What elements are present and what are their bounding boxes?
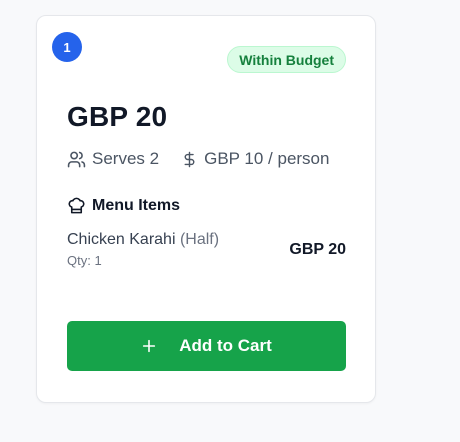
total-price: GBP 20 (67, 101, 168, 132)
plus-icon (141, 338, 157, 354)
rank-badge: 1 (52, 32, 82, 62)
per-person-label: GBP 10 / person (204, 149, 330, 168)
serves-label: Serves 2 (92, 149, 160, 168)
menu-item-details: Chicken Karahi (Half) Qty: 1 (67, 231, 219, 268)
serves-info: Serves 2 (67, 149, 159, 169)
dollar-icon (181, 150, 198, 169)
menu-heading-label: Menu Items (92, 196, 181, 214)
menu-item-price: GBP 20 (289, 241, 346, 258)
add-to-cart-label: Add to Cart (179, 336, 272, 355)
menu-item-variant: (Half) (179, 231, 220, 248)
users-icon (67, 150, 86, 169)
status-badge: Within Budget (227, 46, 346, 73)
list-item: Chicken Karahi (Half) Qty: 1 GBP 20 (67, 231, 346, 268)
menu-items-heading: Menu Items (67, 196, 180, 215)
per-person-info: GBP 10 / person (181, 149, 329, 169)
menu-item-name-line: Chicken Karahi (Half) (67, 231, 219, 249)
chef-hat-icon (67, 196, 86, 215)
menu-item-name: Chicken Karahi (67, 231, 176, 248)
meta-row: Serves 2 GBP 10 / person (67, 149, 329, 169)
menu-item-qty: Qty: 1 (67, 253, 102, 268)
add-to-cart-button[interactable]: Add to Cart (67, 321, 346, 371)
budget-option-card: 1 Within Budget GBP 20 Serves 2 GBP 10 /… (36, 15, 376, 403)
